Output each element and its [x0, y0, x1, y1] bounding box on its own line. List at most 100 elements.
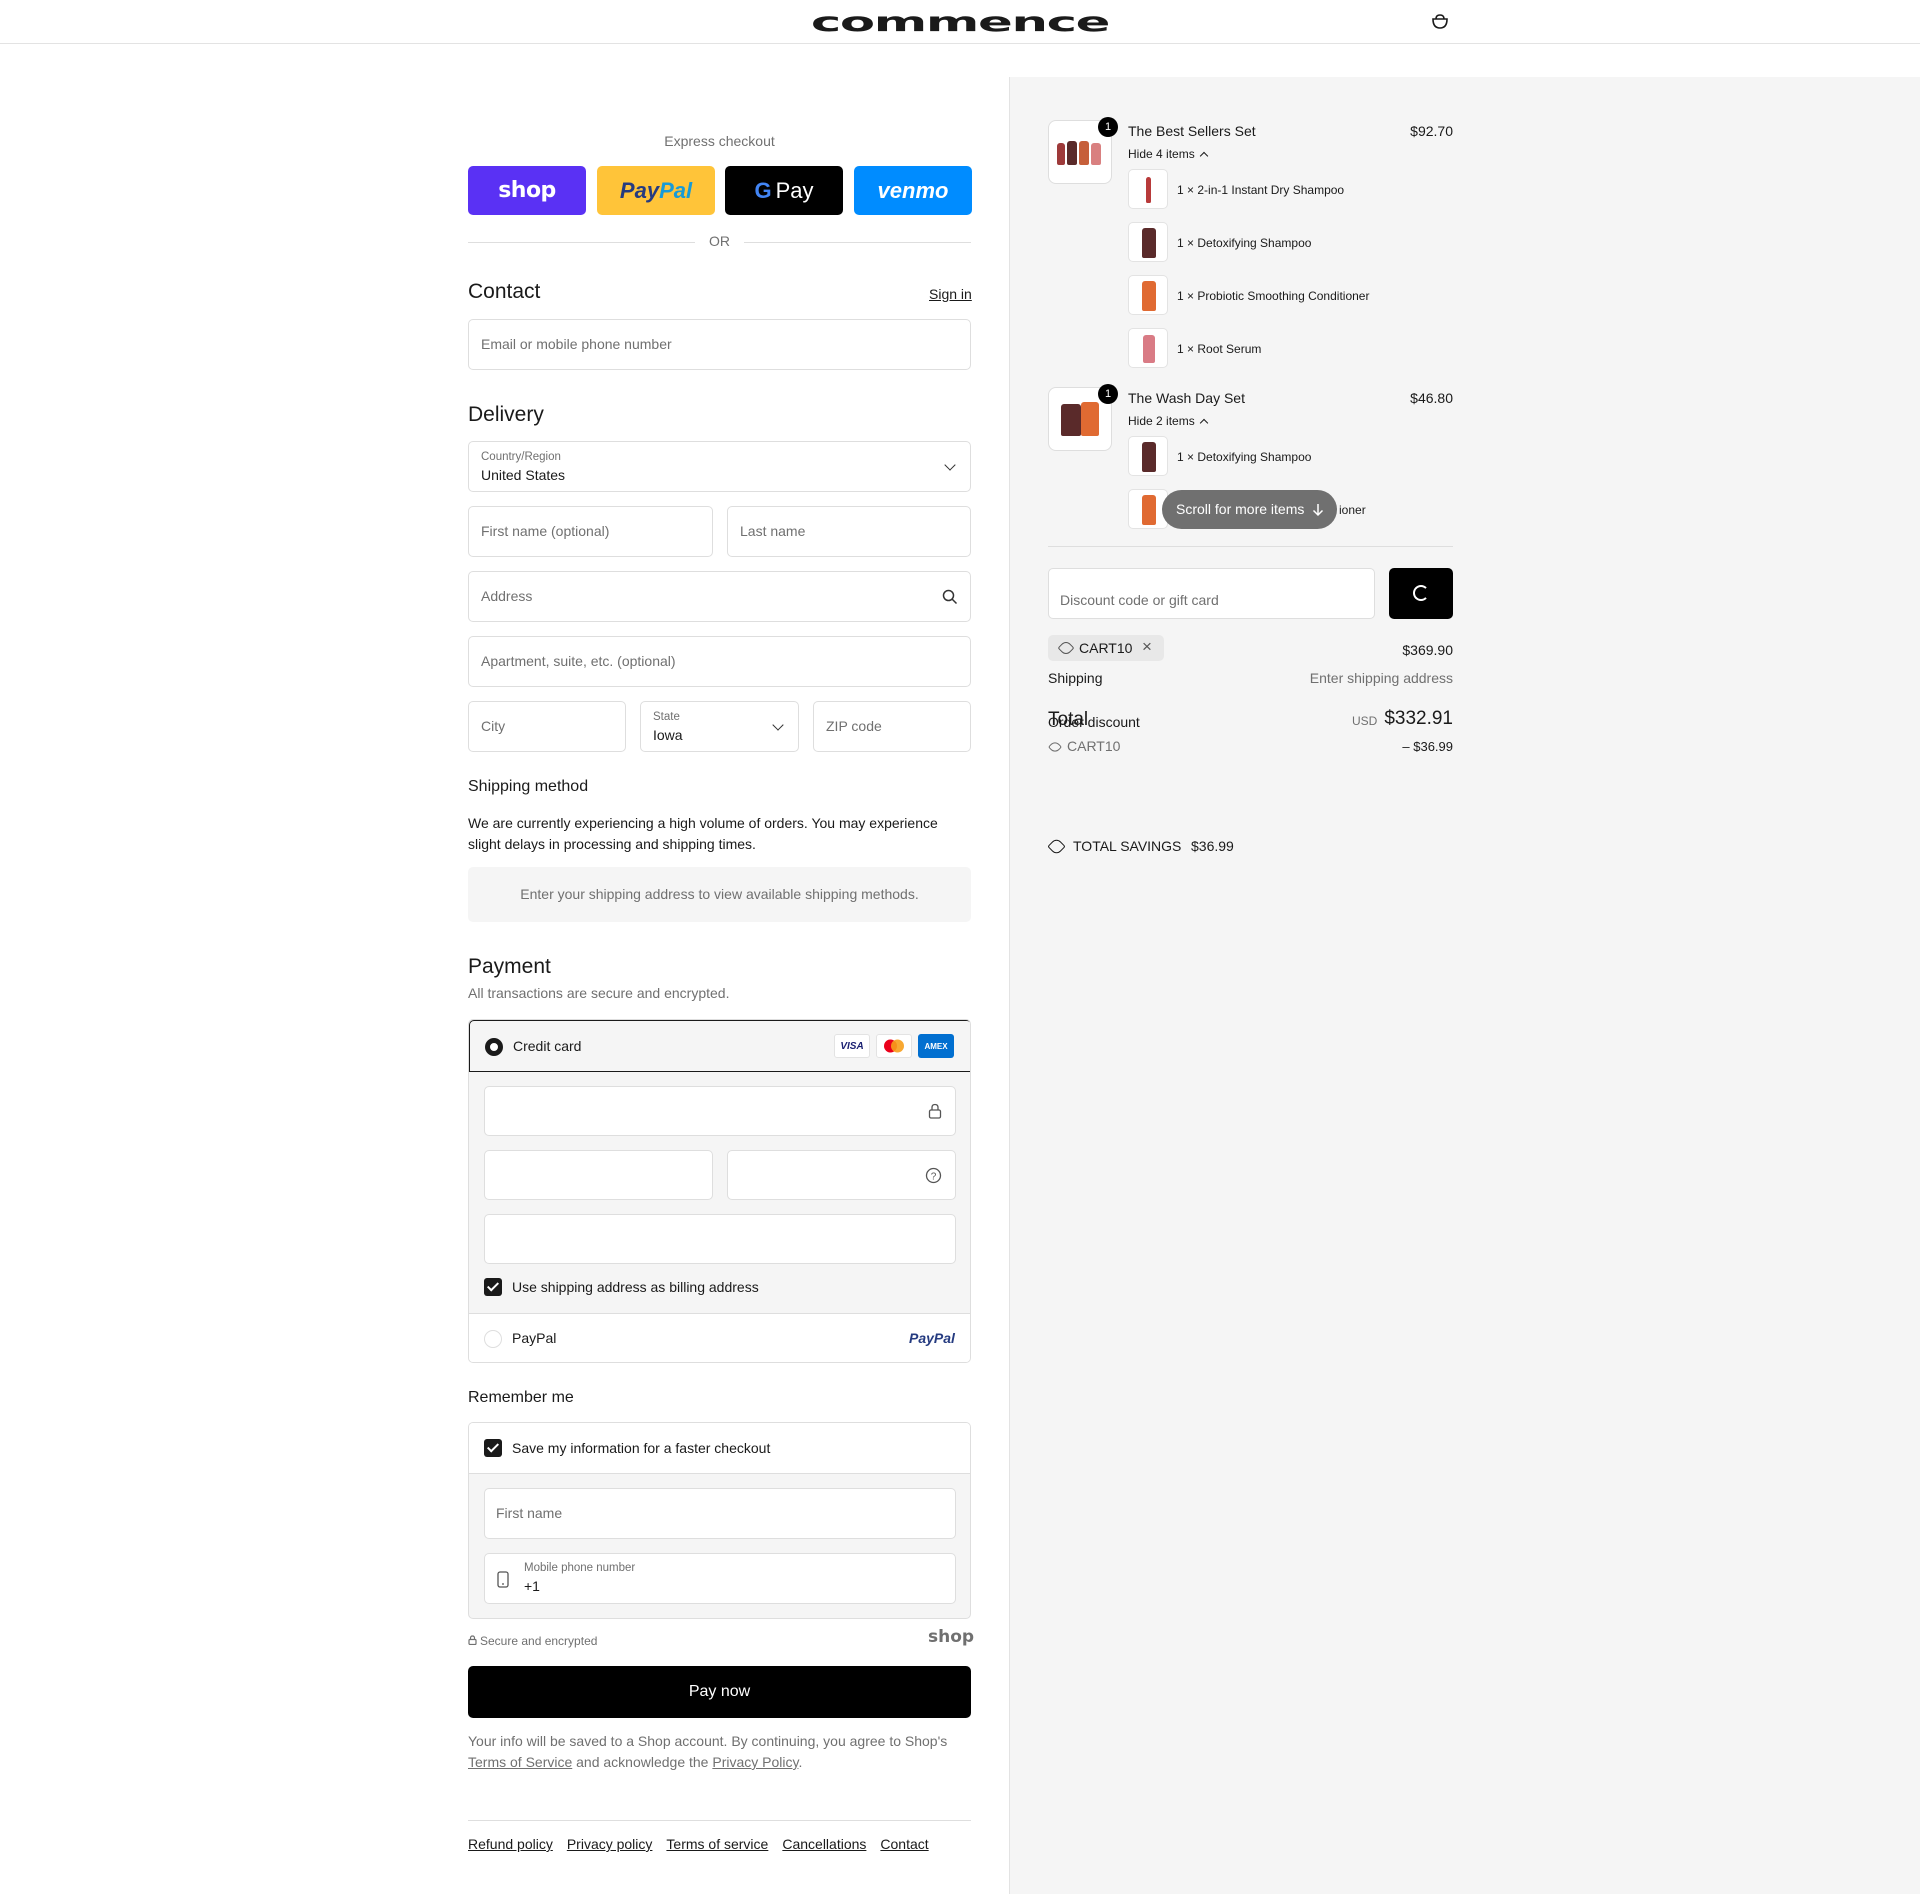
name-on-card-field[interactable] — [484, 1214, 956, 1264]
subtotal-value: $369.90 — [1402, 642, 1453, 658]
country-select[interactable]: Country/Region United States — [468, 441, 971, 492]
help-icon[interactable]: ? — [925, 1167, 942, 1184]
state-select[interactable]: State Iowa — [640, 701, 799, 752]
paypal-option[interactable]: PayPal PayPal — [469, 1313, 970, 1362]
toggle-bundle-items[interactable]: Hide 2 items — [1128, 414, 1208, 428]
privacy-policy-footer-link[interactable]: Privacy policy — [567, 1836, 653, 1852]
or-divider: OR — [468, 233, 971, 251]
pay-now-button[interactable]: Pay now — [468, 1666, 971, 1718]
total-savings-value: $36.99 — [1191, 838, 1234, 854]
paypal-radio[interactable] — [484, 1330, 502, 1348]
shipping-value: Enter shipping address — [1309, 670, 1453, 686]
order-discount-label: Order discount — [1048, 714, 1140, 730]
bag-icon[interactable] — [1430, 14, 1450, 30]
chevron-up-icon — [1199, 151, 1208, 161]
apply-discount-button[interactable] — [1389, 568, 1453, 619]
zip-field[interactable]: ZIP code — [813, 701, 971, 752]
search-icon — [942, 589, 958, 605]
amex-icon: AMEX — [918, 1034, 954, 1058]
sub-item-image — [1128, 436, 1168, 476]
toggle-bundle-items[interactable]: Hide 4 items — [1128, 147, 1208, 161]
applied-discount-chip: CART10 × — [1048, 635, 1164, 661]
sub-item: 1 × Detoxifying Shampoo — [1177, 236, 1312, 250]
total-savings-label: TOTAL SAVINGS — [1073, 838, 1182, 854]
google-pay-button[interactable]: G Pay — [725, 166, 843, 215]
phone-icon — [497, 1571, 509, 1588]
remember-me-group: Save my information for a faster checkou… — [468, 1422, 971, 1619]
remove-discount-icon[interactable]: × — [1142, 637, 1152, 657]
sub-item: 1 × Probiotic Smoothing Conditioner — [1177, 289, 1370, 303]
sub-item: ioner — [1339, 503, 1366, 517]
shipping-method-heading: Shipping method — [468, 778, 589, 795]
paypal-button[interactable]: Pay Pal — [597, 166, 715, 215]
refund-policy-link[interactable]: Refund policy — [468, 1836, 553, 1852]
total-value: $332.91 — [1384, 708, 1453, 729]
payment-heading: Payment — [468, 955, 551, 978]
shop-logo: shop — [928, 1627, 975, 1647]
footer-divider — [468, 1820, 971, 1821]
email-field[interactable]: Email or mobile phone number — [468, 319, 971, 370]
product-title: The Best Sellers Set — [1128, 123, 1256, 139]
sub-item-image — [1128, 169, 1168, 209]
sub-item-image — [1128, 275, 1168, 315]
chevron-down-icon — [944, 459, 956, 471]
contact-link[interactable]: Contact — [880, 1836, 928, 1852]
product-title: The Wash Day Set — [1128, 390, 1245, 406]
product-price: $46.80 — [1410, 390, 1453, 406]
billing-same-checkbox[interactable] — [484, 1278, 502, 1296]
loading-spinner-icon — [1413, 585, 1429, 601]
mastercard-icon — [876, 1034, 912, 1058]
quantity-badge: 1 — [1098, 384, 1118, 404]
cancellations-link[interactable]: Cancellations — [782, 1836, 866, 1852]
shipping-methods-placeholder: Enter your shipping address to view avai… — [468, 867, 971, 922]
payment-method-group: Credit card VISA AMEX ? Use shipping add… — [468, 1019, 971, 1363]
privacy-policy-link[interactable]: Privacy Policy — [712, 1754, 798, 1770]
express-checkout-label: Express checkout — [664, 133, 775, 149]
last-name-field[interactable]: Last name — [727, 506, 971, 557]
paypal-label: PayPal — [512, 1330, 557, 1346]
credit-card-radio[interactable] — [485, 1038, 503, 1056]
terms-of-service-footer-link[interactable]: Terms of service — [666, 1836, 768, 1852]
shop-pay-button[interactable]: shop — [468, 166, 586, 215]
sub-item-image — [1128, 222, 1168, 262]
payment-subtitle: All transactions are secure and encrypte… — [468, 985, 730, 1001]
save-info-option[interactable]: Save my information for a faster checkou… — [469, 1423, 970, 1474]
sub-item: 1 × 2-in-1 Instant Dry Shampoo — [1177, 183, 1345, 197]
sub-item: 1 × Detoxifying Shampoo — [1177, 450, 1312, 464]
expiration-date-field[interactable] — [484, 1150, 713, 1200]
discount-value: – $36.99 — [1402, 739, 1453, 754]
discount-code-field[interactable]: Discount code or gift card — [1048, 568, 1375, 619]
remember-first-name-field[interactable]: First name — [484, 1488, 956, 1539]
billing-same-label: Use shipping address as billing address — [512, 1279, 759, 1295]
mobile-phone-field[interactable]: Mobile phone number +1 — [484, 1553, 956, 1604]
card-number-field[interactable] — [484, 1086, 956, 1136]
summary-divider — [1048, 546, 1453, 547]
sub-item: 1 × Root Serum — [1177, 342, 1262, 356]
header: commence — [0, 0, 1920, 44]
save-info-checkbox[interactable] — [484, 1439, 502, 1457]
visa-icon: VISA — [834, 1034, 870, 1058]
svg-text:?: ? — [931, 1172, 937, 1183]
secure-note: Secure and encrypted — [468, 1634, 597, 1648]
security-code-field[interactable]: ? — [727, 1150, 956, 1200]
shipping-notice: We are currently experiencing a high vol… — [468, 815, 938, 852]
lock-icon — [928, 1103, 942, 1119]
apartment-field[interactable]: Apartment, suite, etc. (optional) — [468, 636, 971, 687]
store-logo[interactable]: commence — [755, 9, 1165, 36]
arrow-down-icon — [1312, 504, 1324, 517]
chevron-up-icon — [1199, 418, 1208, 428]
scroll-more-items-button[interactable]: Scroll for more items — [1162, 490, 1337, 529]
sign-in-link[interactable]: Sign in — [929, 286, 972, 302]
tag-icon — [1057, 639, 1075, 657]
venmo-button[interactable]: venmo — [854, 166, 972, 215]
discount-code-label: CART10 — [1067, 738, 1121, 754]
credit-card-option[interactable]: Credit card VISA AMEX — [469, 1020, 970, 1072]
legal-text: Your info will be saved to a Shop accoun… — [468, 1733, 948, 1770]
sub-item-image — [1128, 328, 1168, 368]
city-field[interactable]: City — [468, 701, 626, 752]
quantity-badge: 1 — [1098, 117, 1118, 137]
address-field[interactable]: Address — [468, 571, 971, 622]
first-name-field[interactable]: First name (optional) — [468, 506, 713, 557]
delivery-heading: Delivery — [468, 403, 544, 426]
terms-of-service-link[interactable]: Terms of Service — [468, 1754, 572, 1770]
